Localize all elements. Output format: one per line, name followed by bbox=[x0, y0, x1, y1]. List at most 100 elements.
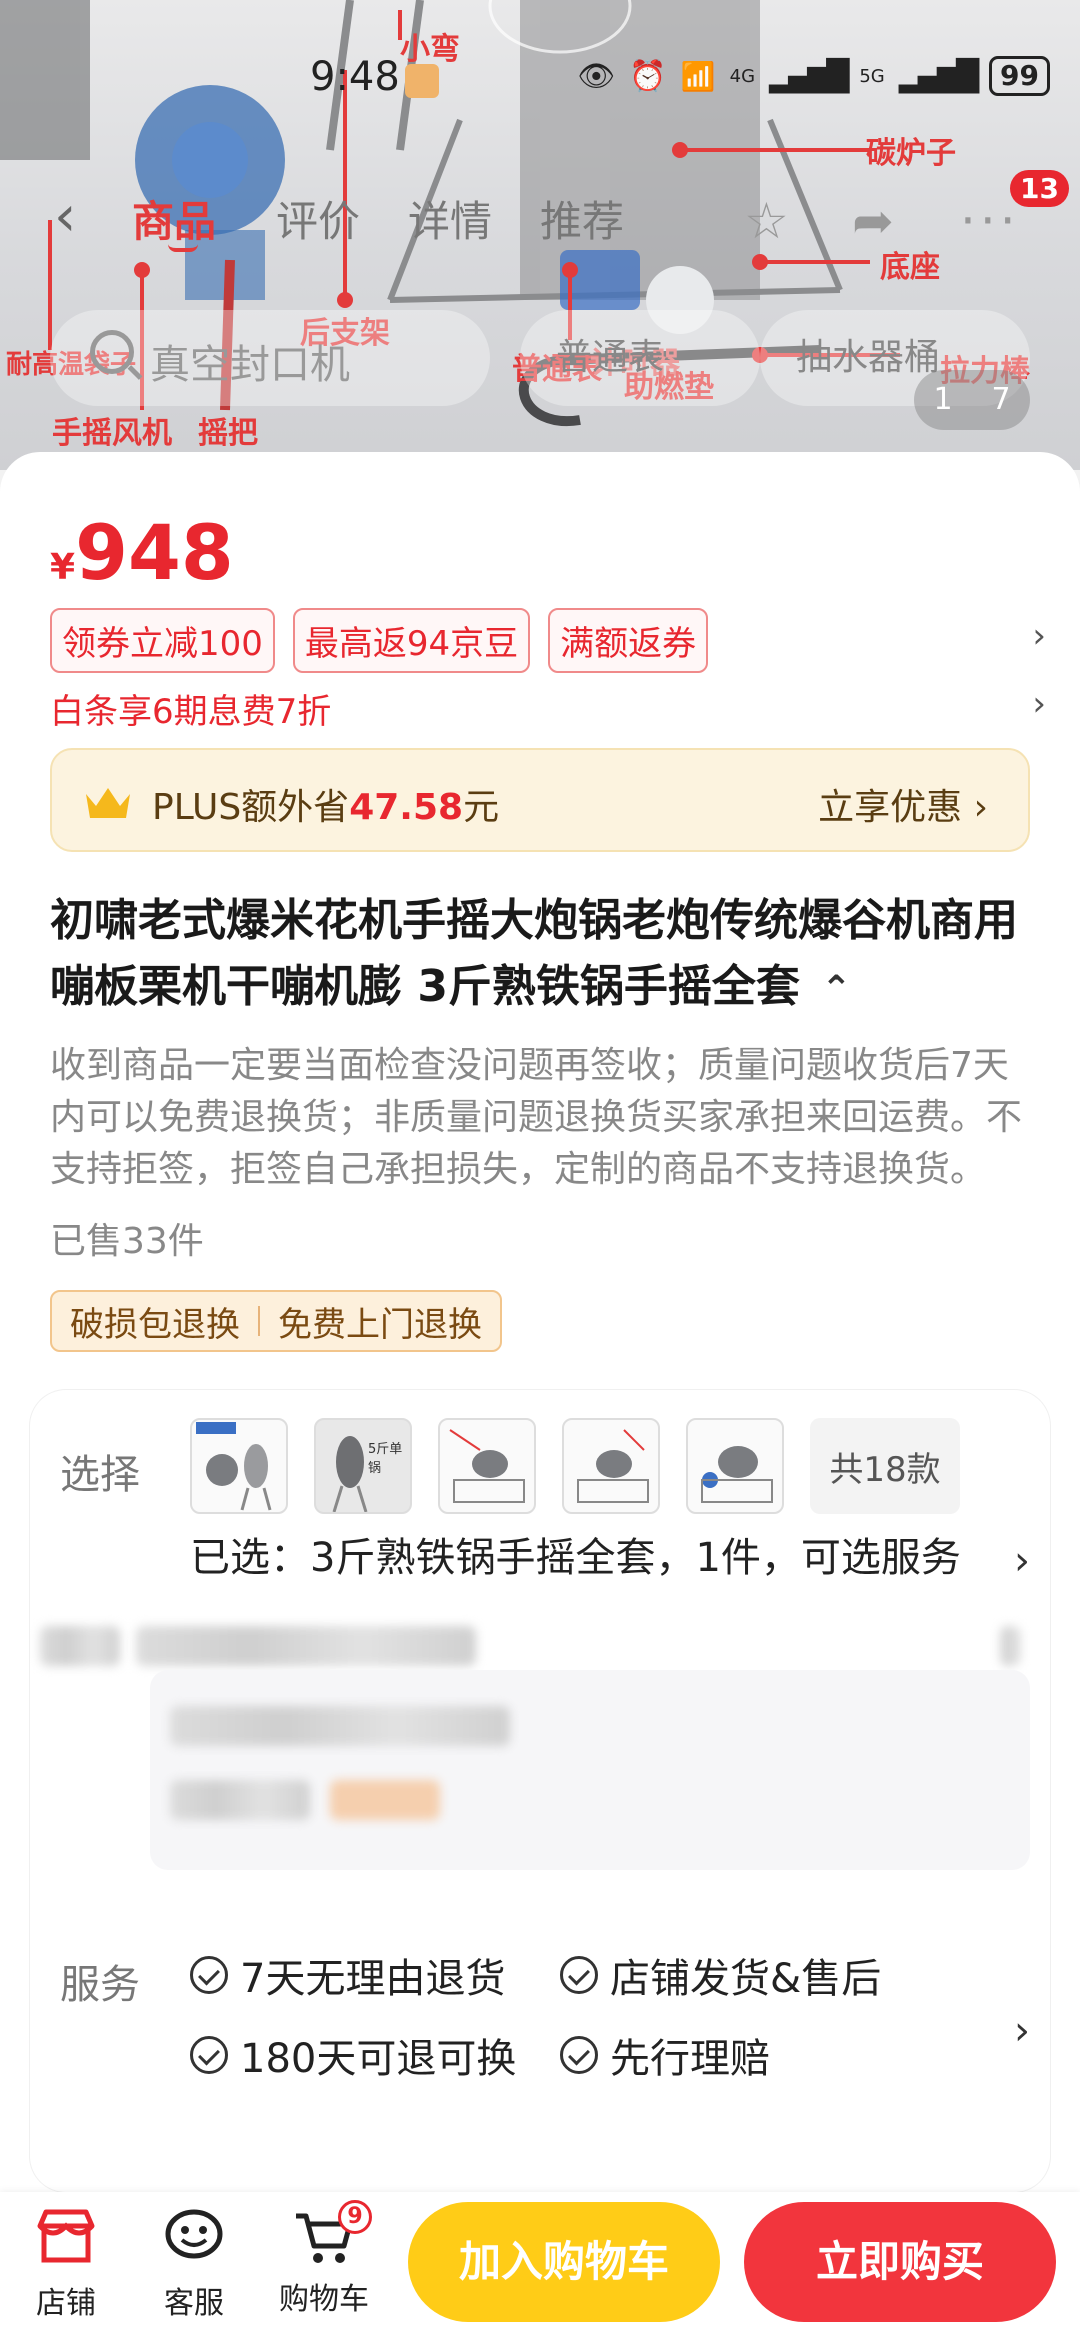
plus-prefix: PLUS额外省 bbox=[152, 787, 350, 828]
add-to-cart-button[interactable]: 加入购物车 bbox=[408, 2202, 720, 2322]
customer-service-label: 客服 bbox=[164, 2286, 224, 2321]
variant-thumbnail[interactable]: 5斤单锅 bbox=[314, 1418, 412, 1514]
annotation-label: 摇把 bbox=[198, 416, 258, 451]
price-value: 948 bbox=[75, 508, 234, 597]
guarantee-badge[interactable]: 破损包退换 免费上门退换 bbox=[50, 1290, 502, 1352]
plus-amount: 47.58 bbox=[349, 787, 464, 828]
variant-image bbox=[701, 1446, 773, 1503]
product-image-carousel[interactable]: 小弯 碳炉子 底座 后支架 耐高温袋子 手摇风机 摇把 普通表 计时器 助燃垫 … bbox=[0, 0, 1080, 470]
cart-button[interactable]: 9 购物车 bbox=[264, 2200, 384, 2318]
search-suggestion-chip[interactable]: 普通表 bbox=[520, 310, 760, 406]
network-4g-label: 4G bbox=[729, 65, 756, 87]
selection-card: 选择 5斤单锅 共18款 已选：3斤熟铁锅手摇全套，1件，可选服务 › 服务 7… bbox=[30, 1390, 1050, 2192]
bottom-action-bar: 店铺 客服 9 购物车 加入购物车 立即购买 bbox=[0, 2192, 1080, 2340]
collapse-chevron-icon[interactable]: ⌃ bbox=[821, 969, 851, 1010]
chevron-right-icon[interactable]: › bbox=[1014, 2008, 1030, 2054]
thumbnail-caption: 5斤单锅 bbox=[368, 1442, 403, 1476]
coupon-row[interactable]: 领券立减100 最高返94京豆 满额返券 bbox=[50, 608, 709, 673]
redacted-delivery-box bbox=[150, 1670, 1030, 1870]
chevron-right-icon[interactable]: › bbox=[1032, 616, 1046, 656]
variant-image bbox=[449, 1429, 525, 1503]
chevron-right-icon[interactable]: › bbox=[1032, 684, 1046, 724]
chip-label: 普通表 bbox=[556, 337, 665, 378]
notification-badge: 13 bbox=[1010, 170, 1069, 207]
store-label: 店铺 bbox=[36, 2286, 96, 2321]
redacted-block bbox=[170, 1706, 510, 1746]
service-item-label: 店铺发货&售后 bbox=[610, 1956, 882, 2002]
plus-member-banner[interactable]: PLUS额外省47.58元 立享优惠 › bbox=[50, 748, 1030, 852]
back-icon[interactable]: ‹ bbox=[54, 184, 76, 249]
variant-thumbnail[interactable] bbox=[438, 1418, 536, 1514]
plus-suffix: 元 bbox=[463, 787, 500, 828]
service-item: 先行理赔 bbox=[560, 2026, 770, 2084]
selected-variant-text[interactable]: 已选：3斤熟铁锅手摇全套，1件，可选服务 bbox=[190, 1530, 990, 1586]
guarantee-item: 免费上门退换 bbox=[278, 1304, 482, 1345]
wifi-icon: 📶 bbox=[680, 59, 716, 93]
chevron-right-icon[interactable]: › bbox=[1014, 1538, 1030, 1584]
eye-icon: 👁 bbox=[577, 58, 616, 94]
check-circle-icon bbox=[190, 2036, 228, 2074]
more-icon[interactable]: ··· bbox=[960, 192, 1020, 250]
coupon-badge[interactable]: 最高返94京豆 bbox=[292, 608, 531, 673]
status-time: 9:48 bbox=[310, 54, 400, 100]
selection-label: 选择 bbox=[60, 1452, 140, 1498]
coupon-badge[interactable]: 领券立减100 bbox=[50, 608, 275, 673]
image-counter: 1 7 bbox=[914, 370, 1030, 430]
variant-thumbnail[interactable] bbox=[190, 1418, 288, 1514]
search-placeholder: 真空封口机 bbox=[150, 342, 350, 388]
annotation-label: 碳炉子 bbox=[866, 136, 956, 171]
signal-icon: ▂▄▆█ bbox=[769, 58, 849, 94]
check-circle-icon bbox=[560, 2036, 598, 2074]
share-icon[interactable]: ➦ bbox=[852, 192, 894, 250]
redacted-block bbox=[330, 1780, 440, 1820]
variant-count-chip[interactable]: 共18款 bbox=[810, 1418, 960, 1514]
service-item: 店铺发货&售后 bbox=[560, 1946, 881, 2004]
redacted-block bbox=[1000, 1626, 1020, 1666]
guarantee-item: 破损包退换 bbox=[70, 1304, 240, 1345]
status-bar: 9:48 👁 ⏰ 📶 4G ▂▄▆█ 5G ▂▄▆█ 99 bbox=[0, 48, 1080, 108]
chip-label: 抽水器桶 bbox=[796, 337, 941, 378]
service-item-label: 先行理赔 bbox=[610, 2036, 770, 2082]
service-item: 180天可退可换 bbox=[190, 2026, 516, 2084]
search-input[interactable]: 真空封口机 bbox=[50, 310, 490, 406]
service-label: 服务 bbox=[60, 1962, 140, 2008]
variant-thumbnail[interactable] bbox=[562, 1418, 660, 1514]
service-item-label: 180天可退可换 bbox=[240, 2036, 517, 2082]
active-tab-indicator bbox=[168, 244, 198, 252]
cart-icon-wrap: 9 bbox=[292, 2200, 372, 2266]
redacted-block bbox=[40, 1626, 120, 1666]
price-currency: ¥ bbox=[50, 547, 76, 588]
app-notification-icon bbox=[405, 64, 439, 98]
tab-reviews[interactable]: 评价 bbox=[276, 188, 360, 249]
variant-thumbnail[interactable] bbox=[686, 1418, 784, 1514]
variant-thumbnails[interactable]: 5斤单锅 共18款 bbox=[190, 1418, 960, 1514]
product-nav-bar: ‹ 商品 评价 详情 推荐 ☆ ➦ ··· 13 bbox=[0, 170, 1080, 258]
check-circle-icon bbox=[560, 1956, 598, 1994]
product-title-text: 初啸老式爆米花机手摇大炮锅老炮传统爆谷机商用嘣板栗机干嘣机膨 3斤熟铁锅手摇全套 bbox=[50, 895, 1018, 1012]
tab-recommend[interactable]: 推荐 bbox=[540, 188, 624, 249]
cart-count-badge: 9 bbox=[338, 2200, 372, 2234]
buy-now-button[interactable]: 立即购买 bbox=[744, 2202, 1056, 2322]
tab-details[interactable]: 详情 bbox=[408, 188, 492, 249]
sold-count: 已售33件 bbox=[50, 1221, 204, 1262]
variant-image bbox=[196, 1422, 272, 1511]
service-item: 7天无理由退货 bbox=[190, 1946, 505, 2004]
baitiao-installment[interactable]: 白条享6期息费7折 bbox=[50, 684, 331, 733]
product-title: 初啸老式爆米花机手摇大炮锅老炮传统爆谷机商用嘣板栗机干嘣机膨 3斤熟铁锅手摇全套… bbox=[50, 888, 1040, 1023]
variant-image bbox=[577, 1429, 649, 1503]
redacted-block bbox=[170, 1780, 310, 1820]
annotation-label: 手摇风机 bbox=[52, 416, 172, 451]
check-circle-icon bbox=[190, 1956, 228, 1994]
network-5g-label: 5G bbox=[859, 65, 885, 87]
price: ¥948 bbox=[50, 508, 234, 597]
coupon-badge[interactable]: 满额返券 bbox=[548, 608, 709, 673]
plus-savings-text: PLUS额外省47.58元 bbox=[152, 778, 499, 830]
store-button[interactable]: 店铺 bbox=[6, 2206, 126, 2322]
divider bbox=[258, 1306, 260, 1336]
purchase-notice: 收到商品一定要当面检查没问题再签收；质量问题收货后7天内可以免费退换货；非质量问… bbox=[50, 1045, 1023, 1190]
customer-service-button[interactable]: 客服 bbox=[134, 2206, 254, 2322]
plus-cta[interactable]: 立享优惠 › bbox=[818, 778, 988, 830]
tab-product[interactable]: 商品 bbox=[132, 188, 216, 249]
chat-face-icon bbox=[165, 2209, 223, 2259]
favorite-star-icon[interactable]: ☆ bbox=[744, 192, 789, 250]
